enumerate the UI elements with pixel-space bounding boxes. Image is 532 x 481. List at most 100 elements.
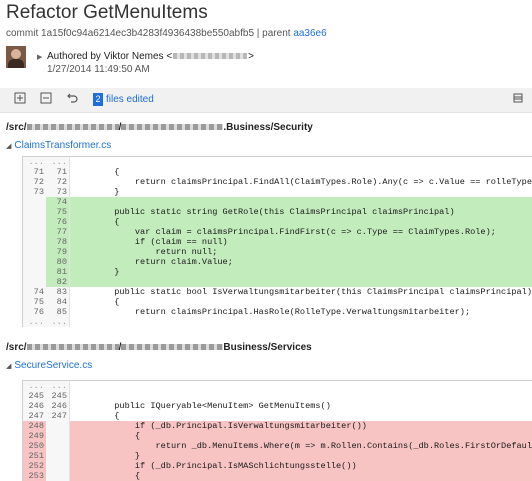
code-text: public static bool IsVerwaltungsmitarbei… — [73, 287, 532, 297]
files-edited-link[interactable]: files edited — [106, 94, 154, 105]
old-line-number: 76 — [33, 307, 44, 317]
old-line-number: ... — [28, 157, 44, 167]
new-line-gutter — [46, 431, 70, 441]
diff-line-context: 76 85 return claimsPrincipal.HasRole(Roll… — [23, 307, 532, 317]
old-line-gutter — [23, 247, 47, 257]
file-path-1: /src// .Business/Security — [6, 122, 313, 133]
expand-arrow-icon[interactable]: ▶ — [37, 53, 42, 61]
commit-info: commit 1a15f0c94a6214ec3b4283f4936438be5… — [6, 28, 327, 39]
code-text: public IQueryable<MenuItem> GetMenuItems… — [73, 401, 331, 411]
code-text: } — [73, 451, 141, 461]
diff-toolbar: 2 files edited — [0, 88, 532, 113]
diff-line-added: 81 } — [23, 267, 532, 277]
new-line-gutter — [46, 441, 70, 451]
old-line-number: 252 — [28, 461, 44, 471]
code-text: return null; — [73, 247, 218, 257]
diff-view-2: ...... 245 245 246 246 public IQueryable<Men… — [22, 380, 532, 481]
old-line-number: 71 — [33, 167, 44, 177]
code-background — [70, 277, 532, 287]
path-suffix: .Business/Security — [223, 122, 313, 133]
diff-line-added: 82 — [23, 277, 532, 287]
old-line-number: 247 — [28, 411, 44, 421]
old-line-number: 74 — [33, 287, 44, 297]
old-line-number: 248 — [28, 421, 44, 431]
diff-line-ellipsis: ...... — [23, 317, 532, 327]
redacted-path — [121, 344, 224, 351]
old-line-gutter — [23, 207, 47, 217]
files-count-badge[interactable]: 2 — [93, 93, 103, 106]
diff-line-removed: 252 if (_db.Principal.IsMASchlichtungsst… — [23, 461, 532, 471]
code-text: return claim.Value; — [73, 257, 233, 267]
path-prefix: /src/ — [6, 122, 27, 133]
new-line-gutter — [46, 421, 70, 431]
code-background — [70, 197, 532, 207]
old-line-gutter — [23, 277, 47, 287]
redacted-email — [173, 53, 248, 60]
old-line-number: 249 — [28, 431, 44, 441]
old-line-number: 72 — [33, 177, 44, 187]
diff-view-1: ...... 71 71 {72 72 return claimsPrincipal.… — [22, 156, 532, 327]
code-text: var claim = claimsPrincipal.FindFirst(c … — [73, 227, 496, 237]
new-line-number: 84 — [56, 297, 67, 307]
new-line-number: 72 — [56, 177, 67, 187]
new-line-number: ... — [51, 381, 67, 391]
diff-line-removed: 251 } — [23, 451, 532, 461]
code-text: return claimsPrincipal.FindAll(ClaimType… — [73, 177, 532, 187]
new-line-number: 80 — [56, 257, 67, 267]
new-line-number: 77 — [56, 227, 67, 237]
code-background — [70, 217, 532, 227]
old-line-gutter — [23, 217, 47, 227]
expand-all-icon[interactable] — [12, 92, 28, 108]
code-text: { — [73, 217, 120, 227]
diff-line-context: 75 84 { — [23, 297, 532, 307]
diff-line-context: 247 247 { — [23, 411, 532, 421]
parent-separator: | parent — [256, 28, 291, 39]
collapse-triangle-icon[interactable]: ◢ — [6, 363, 11, 370]
code-background — [70, 267, 532, 277]
old-line-gutter — [23, 227, 47, 237]
new-line-number: 73 — [56, 187, 67, 197]
redacted-path — [26, 124, 119, 131]
new-line-number: ... — [51, 157, 67, 167]
file-name[interactable]: ClaimsTransformer.cs — [14, 140, 111, 151]
collapse-all-icon[interactable] — [38, 92, 54, 108]
old-line-gutter — [23, 237, 47, 247]
collapse-triangle-icon[interactable]: ◢ — [6, 143, 11, 150]
new-line-gutter — [46, 461, 70, 471]
diff-line-added: 79 return null; — [23, 247, 532, 257]
diff-line-added: 77 var claim = claimsPrincipal.FindFirst… — [23, 227, 532, 237]
undo-icon[interactable] — [64, 92, 80, 108]
old-line-gutter — [23, 267, 47, 277]
new-line-number: 82 — [56, 277, 67, 287]
code-text: if (_db.Principal.IsVerwaltungsmitarbeit… — [73, 421, 367, 431]
author-line: Authored by Viktor Nemes < > — [47, 51, 254, 62]
file-name[interactable]: SecureService.cs — [14, 360, 92, 371]
old-line-number: 75 — [33, 297, 44, 307]
commit-date: 1/27/2014 11:49:50 AM — [47, 64, 150, 75]
code-text: { — [73, 297, 120, 307]
file-toggle-1[interactable]: ◢ ClaimsTransformer.cs — [6, 140, 111, 151]
commit-prefix: commit — [6, 28, 39, 39]
author-label: Authored by Viktor Nemes < — [47, 51, 173, 62]
redacted-path — [121, 124, 224, 131]
old-line-number: ... — [28, 317, 44, 327]
view-mode-icon[interactable] — [510, 92, 526, 108]
file-path-2: /src// Business/Services — [6, 342, 312, 353]
author-avatar — [6, 46, 26, 68]
diff-line-added: 78 if (claim == null) — [23, 237, 532, 247]
old-line-number: 246 — [28, 401, 44, 411]
file-toggle-2[interactable]: ◢ SecureService.cs — [6, 360, 92, 371]
diff-line-added: 75 public static string GetRole(this Cla… — [23, 207, 532, 217]
code-text: } — [73, 267, 120, 277]
parent-commit-link[interactable]: aa36e6 — [293, 28, 326, 39]
old-line-number: 251 — [28, 451, 44, 461]
page-title: Refactor GetMenuItems — [6, 2, 208, 23]
new-line-number: ... — [51, 317, 67, 327]
new-line-number: 245 — [51, 391, 67, 401]
new-line-number: 71 — [56, 167, 67, 177]
new-line-number: 247 — [51, 411, 67, 421]
old-line-number: 245 — [28, 391, 44, 401]
code-text: } — [73, 187, 120, 197]
diff-line-added: 74 — [23, 197, 532, 207]
code-text: { — [73, 167, 120, 177]
